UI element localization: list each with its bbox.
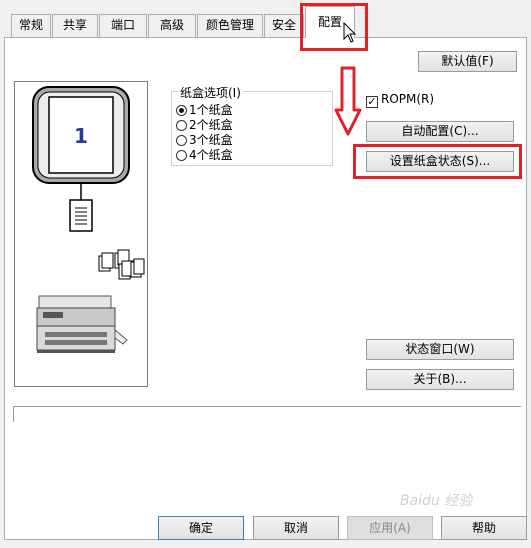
tray-option-2[interactable]: 2个纸盒 [176, 118, 233, 133]
tab-ports[interactable]: 端口 [99, 14, 147, 37]
tab-sharing[interactable]: 共享 [52, 14, 98, 37]
auto-config-button[interactable]: 自动配置(C)... [366, 121, 514, 142]
set-tray-status-button[interactable]: 设置纸盒状态(S)... [366, 151, 514, 172]
tray-option-1[interactable]: 1个纸盒 [176, 103, 233, 118]
copies-icon [98, 249, 145, 280]
watermark: Baidu 经验 [400, 493, 473, 509]
tray-option-2-label: 2个纸盒 [189, 118, 233, 132]
ropm-label: ROPM(R) [381, 92, 435, 106]
radio-icon[interactable] [176, 120, 187, 131]
ropm-checkbox-row[interactable]: ✓ ROPM(R) [366, 91, 435, 108]
about-button[interactable]: 关于(B)... [366, 369, 514, 390]
radio-icon[interactable] [176, 135, 187, 146]
tab-bar: 常规 共享 端口 高级 颜色管理 安全 配置 [0, 0, 531, 38]
tray-option-4[interactable]: 4个纸盒 [176, 148, 233, 163]
apply-button[interactable]: 应用(A) [347, 516, 433, 540]
copier-icon [36, 295, 128, 353]
tray-number-label: 1 [74, 124, 88, 148]
status-area [13, 406, 521, 422]
tray-option-1-label: 1个纸盒 [189, 103, 233, 117]
tray-options-title: 纸盒选项(I) [178, 84, 243, 101]
cancel-button[interactable]: 取消 [253, 516, 339, 540]
radio-selected-icon[interactable] [176, 105, 187, 116]
tray-option-4-label: 4个纸盒 [189, 148, 233, 162]
configuration-tab-highlight [300, 3, 368, 51]
tray-option-3[interactable]: 3个纸盒 [176, 133, 233, 148]
defaults-button[interactable]: 默认值(F) [418, 51, 517, 72]
mouse-cursor-icon [343, 22, 357, 43]
red-down-arrow-icon [334, 66, 362, 136]
tab-color-management[interactable]: 颜色管理 [197, 14, 263, 37]
radio-icon[interactable] [176, 150, 187, 161]
checkbox-checked-icon[interactable]: ✓ [366, 96, 378, 108]
tab-general[interactable]: 常规 [11, 14, 51, 37]
ok-button[interactable]: 确定 [158, 516, 244, 540]
help-button[interactable]: 帮助 [441, 516, 527, 540]
tray-option-3-label: 3个纸盒 [189, 133, 233, 147]
printer-preview: 1 [14, 81, 148, 387]
printer-config-illustration: 1 [32, 86, 145, 353]
tab-security[interactable]: 安全 [264, 14, 304, 37]
tab-advanced[interactable]: 高级 [148, 14, 196, 37]
status-window-button[interactable]: 状态窗口(W) [366, 339, 514, 360]
document-icon [69, 199, 93, 232]
